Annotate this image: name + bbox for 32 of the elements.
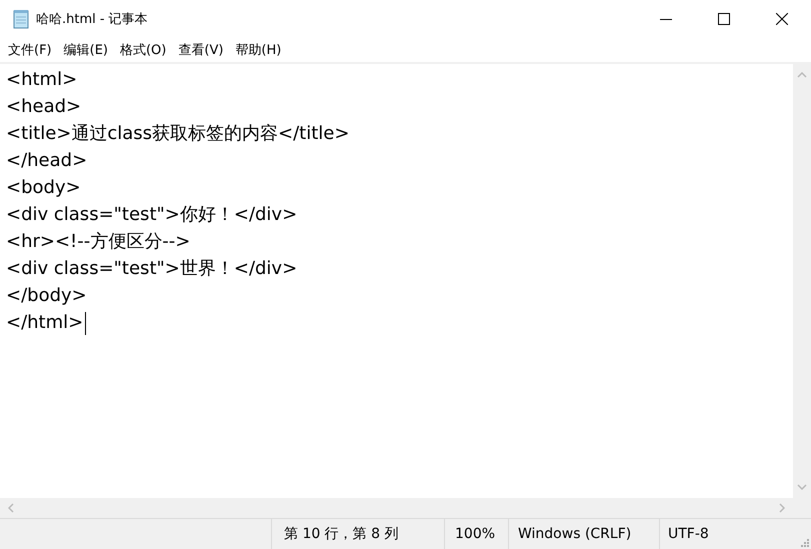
menu-item[interactable]: 格式(O) bbox=[114, 39, 172, 61]
code-line: </head> bbox=[6, 149, 88, 173]
zoom-level: 100% bbox=[445, 519, 509, 549]
horizontal-scrollbar[interactable] bbox=[0, 498, 793, 518]
code-line: <head> bbox=[6, 95, 82, 119]
code-line: </html> bbox=[6, 309, 793, 336]
scroll-right-icon[interactable] bbox=[779, 503, 785, 513]
scroll-up-icon[interactable] bbox=[797, 72, 807, 78]
scroll-left-icon[interactable] bbox=[8, 503, 14, 513]
line-ending: Windows (CRLF) bbox=[509, 519, 660, 549]
maximize-icon bbox=[718, 13, 730, 25]
code-line: <title>通过class获取标签的内容</title> bbox=[6, 122, 350, 146]
menu-item[interactable]: 文件(F) bbox=[2, 39, 58, 61]
encoding: UTF-8 bbox=[667, 525, 710, 544]
notepad-icon bbox=[12, 9, 30, 29]
close-icon bbox=[776, 13, 788, 25]
code-line: <div class="test">你好！</div> bbox=[6, 203, 298, 227]
menu-item[interactable]: 编辑(E) bbox=[58, 39, 114, 61]
vertical-scrollbar[interactable] bbox=[793, 64, 811, 498]
menu-item[interactable]: 帮助(H) bbox=[229, 39, 288, 61]
code-line: <hr><!--方便区分--> bbox=[6, 230, 192, 254]
code-line: <div class="test">世界！</div> bbox=[6, 257, 298, 281]
text-editor[interactable]: <html> <head> <title>通过class获取标签的内容</title> </head> <body> <div class="test">你好！</div> <hr><!--方便区分--> <div class="test">世界！</div> </body> </html> bbox=[0, 64, 793, 498]
code-line: <body> bbox=[6, 176, 82, 200]
scroll-down-icon[interactable] bbox=[797, 484, 807, 490]
menu-item[interactable]: 查看(V) bbox=[172, 39, 230, 61]
text-cursor bbox=[85, 312, 86, 335]
window-title: 哈哈.html - 记事本 bbox=[36, 11, 148, 28]
cursor-position: 第 10 行，第 8 列 bbox=[272, 519, 445, 549]
resize-grip-icon[interactable] bbox=[799, 537, 809, 547]
code-line: </body> bbox=[6, 284, 88, 308]
code-line: <html> bbox=[6, 68, 78, 92]
